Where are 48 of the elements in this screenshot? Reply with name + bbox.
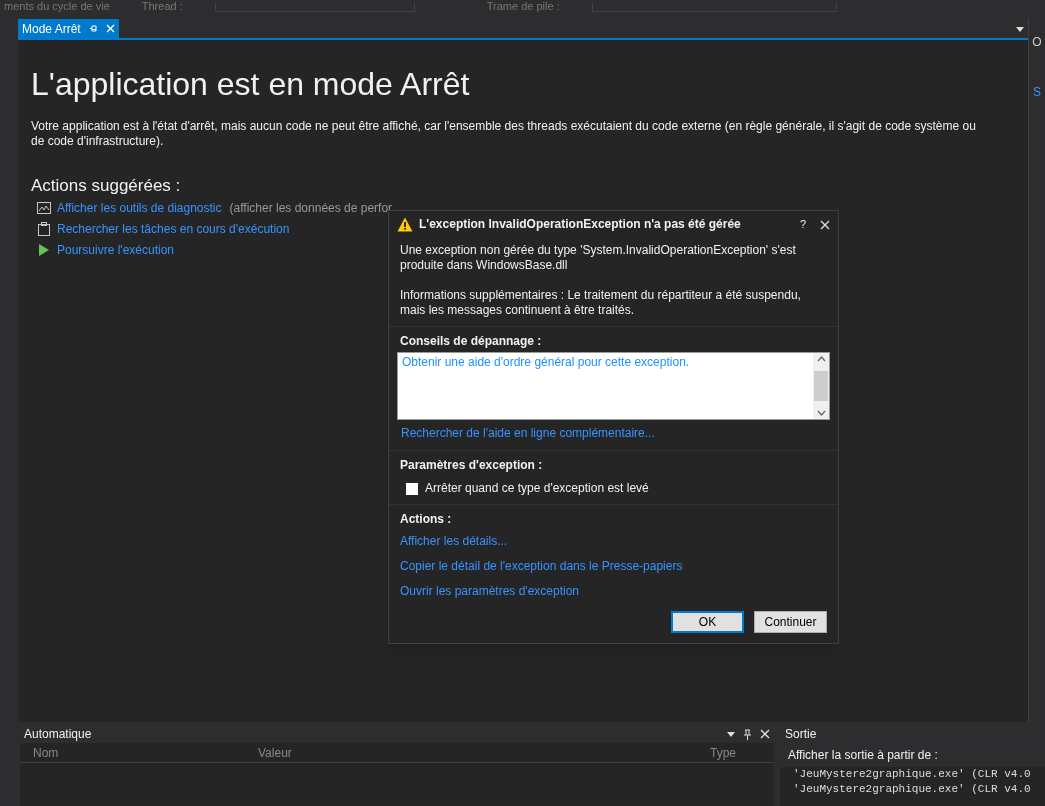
action-link[interactable]: Poursuivre l'exécution [57, 242, 175, 258]
page-title: L'application est en mode Arrêt [31, 66, 471, 102]
play-icon [39, 244, 49, 256]
toolbar-label: Thread : [141, 0, 183, 12]
toolbar-label: Trame de pile : [486, 0, 560, 12]
side-tab-label[interactable]: O [1032, 33, 1042, 51]
output-source-label: Afficher la sortie à partir de : [788, 747, 938, 764]
panel-title: Sortie [785, 726, 817, 743]
warning-icon [397, 217, 413, 232]
action-link[interactable]: Afficher les outils de diagnostic [57, 200, 222, 216]
output-line: 'JeuMystere2graphique.exe' (CLR v4.0 [792, 782, 1032, 797]
dialog-button[interactable]: OK [671, 611, 744, 633]
scrollbar[interactable] [813, 353, 829, 419]
column-header[interactable]: Valeur [246, 743, 698, 762]
output-line: 'JeuMystere2graphique.exe' (CLR v4.0 [792, 767, 1032, 782]
dropdown-icon[interactable] [727, 731, 735, 737]
close-icon[interactable] [820, 219, 830, 230]
exception-info: Informations supplémentaires : Le traitement du répartiteur a été suspendu, mais les messages continuent à être traités. [400, 288, 802, 318]
action-link[interactable]: Copier le détail de l'exception dans le Presse-papiers [400, 559, 827, 574]
section-heading: Conseils de dépannage : [399, 334, 543, 349]
section-heading: Paramètres d'exception : [400, 458, 544, 473]
section-heading: Actions : [400, 512, 453, 527]
toolbar-label: ments du cycle de vie [4, 0, 110, 12]
action-note: (afficher les données de perfor [229, 200, 393, 216]
action-link[interactable]: Afficher les détails... [400, 534, 827, 549]
close-icon[interactable] [760, 729, 770, 739]
tip-link[interactable]: Obtenir une aide d'ordre général pour cette exception. [402, 355, 809, 370]
help-button[interactable]: ? [799, 217, 806, 232]
scroll-up-icon[interactable] [816, 356, 826, 362]
chart-icon [37, 202, 51, 214]
page-description: Votre application est à l'état d'arrêt, mais aucun code ne peut être affiché, car l'ensemble des threads exécutaient du code externe (en règle générale, il s'agit de code système ou de code d'infrastructure). [31, 119, 977, 149]
dialog-button[interactable]: Continuer [754, 611, 827, 633]
column-header[interactable]: Nom [20, 743, 246, 762]
panel-title: Automatique [24, 726, 92, 743]
online-help-link[interactable]: Rechercher de l'aide en ligne complémentaire... [397, 426, 830, 441]
column-header[interactable]: Type [698, 743, 736, 762]
side-tab-label[interactable]: S [1033, 83, 1041, 101]
dialog-title: L'exception InvalidOperationException n'a pas été gérée [419, 217, 742, 232]
action-link[interactable]: Rechercher les tâches en cours d'exécution [57, 221, 290, 237]
exception-message: Une exception non gérée du type 'System.InvalidOperationException' s'est produite dans WindowsBase.dll [400, 243, 797, 273]
section-heading: Actions suggérées : [31, 175, 182, 197]
pin-icon[interactable] [743, 728, 752, 740]
action-link[interactable]: Ouvrir les paramètres d'exception [400, 584, 827, 599]
dropdown-icon[interactable] [1016, 27, 1024, 32]
clipboard-icon [38, 222, 50, 236]
checkbox-label[interactable]: Arrêter quand ce type d'exception est levé [425, 481, 649, 496]
scroll-down-icon[interactable] [816, 410, 826, 416]
checkbox[interactable] [406, 482, 418, 495]
